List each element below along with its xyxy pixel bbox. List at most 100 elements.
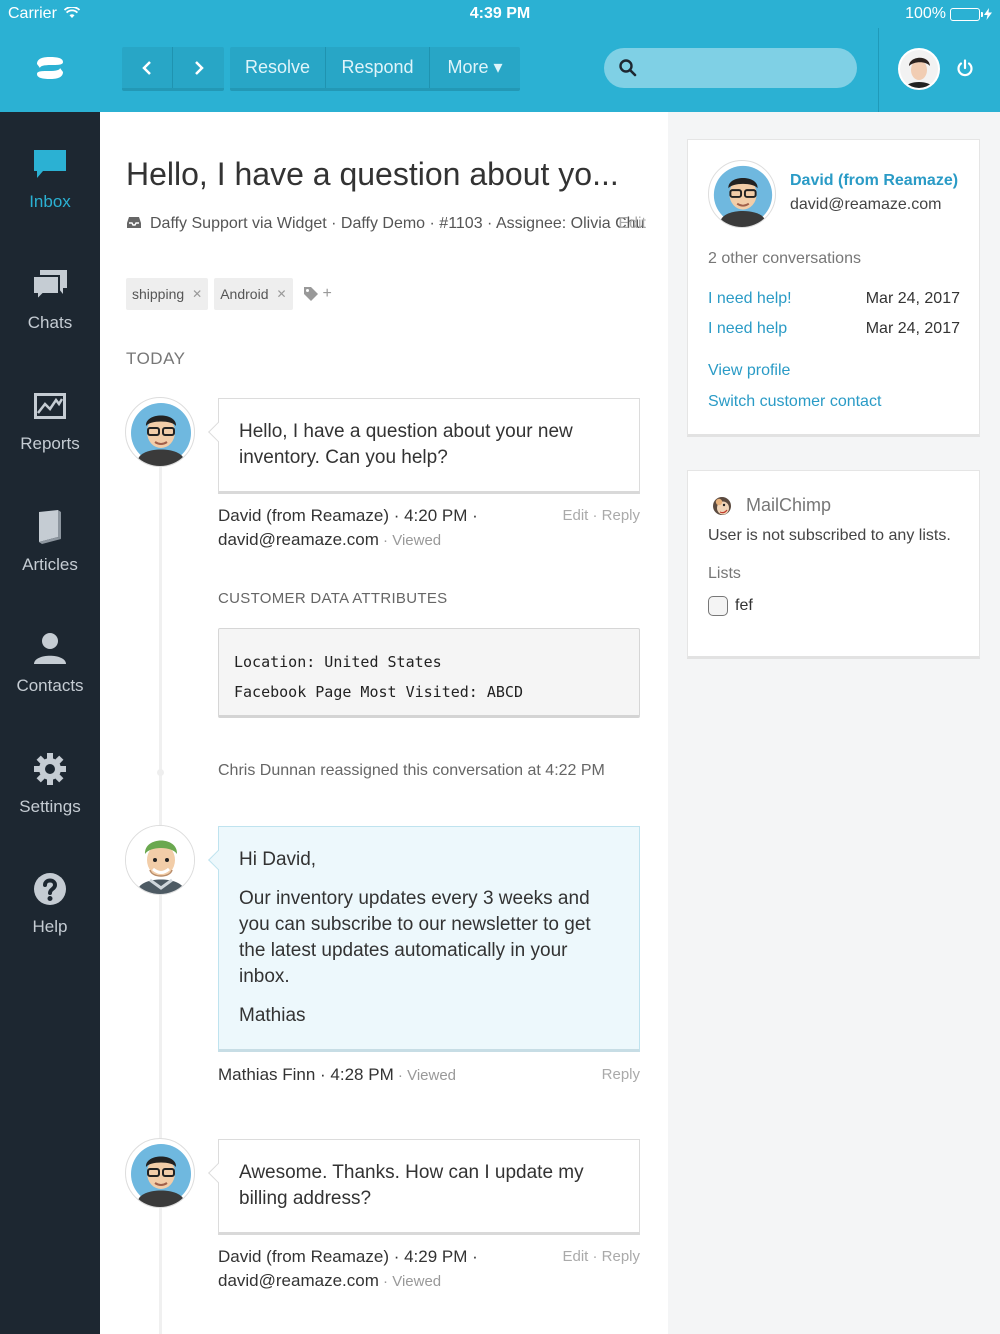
list-checkbox[interactable] (708, 596, 728, 616)
power-icon[interactable] (955, 58, 975, 78)
customer-avatar (708, 160, 776, 228)
edit-meta-link[interactable]: Edit (618, 212, 646, 236)
customer-card: David (from Reamaze) david@reamaze.com 2… (687, 139, 980, 437)
other-conversation-item[interactable]: I need help Mar 24, 2017 (708, 320, 960, 338)
sidebar-item-contacts[interactable]: Contacts (0, 628, 100, 696)
tag-shipping[interactable]: shipping ✕ (126, 278, 209, 310)
add-tag-button[interactable]: + (303, 285, 332, 303)
sidebar-item-label: Settings (19, 797, 81, 816)
customer-data-heading: CUSTOMER DATA ATTRIBUTES (218, 590, 448, 607)
list-checkbox-row[interactable]: fef (708, 596, 753, 616)
battery-icon (950, 7, 983, 21)
tag-list: shipping ✕ Android ✕ + (126, 278, 332, 310)
other-conversations-heading: 2 other conversations (708, 250, 861, 267)
header-divider (878, 28, 879, 112)
message-signature: Mathias (239, 1005, 306, 1026)
search-icon (619, 59, 637, 77)
message-email: david@reamaze.com (218, 1271, 379, 1290)
mailchimp-status: User is not subscribed to any lists. (708, 527, 951, 544)
conversation-pane: Hello, I have a question about yo... Daf… (100, 112, 668, 1334)
status-bar: Carrier 4:39 PM 100% (0, 0, 1000, 28)
reply-link[interactable]: Reply (602, 1063, 640, 1087)
previous-conversation-button[interactable] (122, 47, 173, 88)
gear-icon (34, 753, 66, 785)
next-conversation-button[interactable] (173, 47, 224, 88)
sidebar-item-reports[interactable]: Reports (0, 386, 100, 454)
system-note: Chris Dunnan reassigned this conversatio… (218, 762, 605, 779)
user-avatar[interactable] (898, 48, 940, 90)
status-time: 4:39 PM (469, 5, 531, 22)
message-byline: David (from Reamaze) · 4:20 PM · david@r… (218, 504, 640, 553)
other-conversation-item[interactable]: I need help! Mar 24, 2017 (708, 290, 960, 308)
conversation-meta: Daffy Support via Widget · Daffy Demo · … (126, 212, 646, 236)
app-logo-icon[interactable] (34, 55, 66, 81)
message-author: Mathias Finn · 4:28 PM (218, 1065, 394, 1084)
mailchimp-card: MailChimp User is not subscribed to any … (687, 470, 980, 659)
agent-avatar (125, 825, 195, 895)
sidebar-item-inbox[interactable]: Inbox (0, 144, 100, 212)
customer-avatar (125, 397, 195, 467)
chevron-right-icon (194, 60, 204, 75)
message-actions[interactable]: Edit · Reply (562, 504, 640, 528)
customer-email: david@reamaze.com (790, 196, 942, 213)
battery-indicator: 100% (905, 5, 992, 23)
list-name: fef (735, 597, 753, 614)
message-bubble: Hello, I have a question about your new … (208, 398, 640, 494)
viewed-status: · Viewed (393, 1067, 457, 1084)
switch-customer-contact-link[interactable]: Switch customer contact (708, 393, 881, 411)
sidebar-item-label: Inbox (29, 192, 71, 211)
message-body: Hello, I have a question about your new … (239, 421, 573, 468)
inbox-tray-icon (127, 217, 141, 228)
viewed-status: · Viewed (378, 1273, 442, 1290)
customer-data-box: Location: United States Facebook Page Mo… (218, 628, 640, 718)
more-dropdown-button[interactable]: More ▾ (430, 47, 520, 88)
conversation-nav-group (122, 47, 224, 91)
remove-tag-icon[interactable]: ✕ (192, 287, 202, 301)
conversation-title: Hello, I have a question about yo... (126, 156, 619, 192)
message-byline: David (from Reamaze) · 4:29 PM · david@r… (218, 1245, 640, 1294)
mailchimp-title: MailChimp (746, 495, 832, 515)
customer-avatar (125, 1138, 195, 1208)
search-input[interactable] (604, 48, 857, 88)
tag-icon (303, 287, 318, 301)
customer-name-link[interactable]: David (from Reamaze) (790, 172, 958, 190)
tag-android[interactable]: Android ✕ (214, 278, 293, 310)
chevron-left-icon (142, 60, 151, 75)
sidebar-item-chats[interactable]: Chats (0, 265, 100, 333)
message-body: Awesome. Thanks. How can I update my bil… (239, 1162, 584, 1209)
message-body: Our inventory updates every 3 weeks and … (239, 888, 591, 987)
conversation-actions-group: Resolve Respond More ▾ (230, 47, 520, 91)
agent-message-bubble: Hi David, Our inventory updates every 3 … (208, 826, 640, 1052)
customer-sidebar: David (from Reamaze) david@reamaze.com 2… (668, 112, 1000, 1334)
charging-icon (984, 8, 992, 20)
sidebar: Inbox Chats Reports Articles Contacts Se… (0, 112, 100, 1334)
sidebar-item-settings[interactable]: Settings (0, 749, 100, 817)
message-greeting: Hi David, (239, 849, 317, 870)
lists-label: Lists (708, 565, 741, 582)
respond-button[interactable]: Respond (326, 47, 430, 88)
sidebar-item-label: Chats (27, 313, 73, 332)
question-icon (34, 873, 66, 905)
remove-tag-icon[interactable]: ✕ (276, 287, 286, 301)
chart-icon (34, 393, 66, 419)
message-actions[interactable]: Edit · Reply (562, 1245, 640, 1269)
sidebar-item-help[interactable]: Help (0, 869, 100, 937)
sidebar-item-label: Reports (20, 434, 80, 453)
person-icon (34, 633, 66, 664)
day-divider: TODAY (126, 349, 186, 368)
top-bar: Carrier 4:39 PM 100% Resolve Respond Mor… (0, 0, 1000, 112)
timeline-dot (157, 769, 164, 776)
sidebar-item-label: Articles (22, 555, 78, 574)
message-byline: Mathias Finn · 4:28 PM · Viewed Reply (218, 1063, 640, 1088)
message-bubble: Awesome. Thanks. How can I update my bil… (208, 1139, 640, 1235)
view-profile-link[interactable]: View profile (708, 362, 790, 380)
chats-icon (32, 270, 67, 302)
book-icon (39, 510, 61, 544)
sidebar-item-label: Contacts (16, 676, 84, 695)
resolve-button[interactable]: Resolve (230, 47, 326, 88)
sidebar-item-label: Help (32, 917, 68, 936)
sidebar-item-articles[interactable]: Articles (0, 507, 100, 575)
viewed-status: · Viewed (378, 532, 442, 549)
chat-bubble-icon (34, 150, 66, 178)
mailchimp-icon (713, 497, 731, 515)
